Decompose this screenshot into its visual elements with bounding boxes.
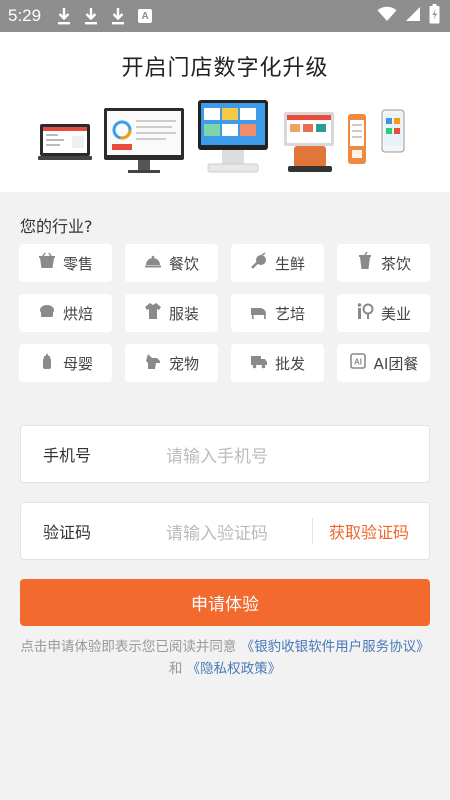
fresh-produce-icon xyxy=(250,252,268,274)
industry-option-arts[interactable]: 艺培 xyxy=(231,294,324,332)
piano-icon xyxy=(250,302,268,324)
cake-icon xyxy=(38,302,56,324)
ai-icon: AI xyxy=(349,352,367,374)
notification-app-icon: A xyxy=(138,9,153,23)
industry-option-label: 生鲜 xyxy=(274,254,305,273)
industry-option-label: 母婴 xyxy=(62,354,93,373)
industry-option-label: 零售 xyxy=(62,254,93,273)
industry-option-label: 艺培 xyxy=(274,304,305,323)
pos-devices-illustration xyxy=(38,100,405,173)
phone-field[interactable]: 手机号 请输入手机号 xyxy=(20,425,430,483)
basket-icon xyxy=(38,252,56,274)
service-agreement-link[interactable]: 《银豹收银软件用户服务协议》 xyxy=(241,639,430,655)
industry-option-fresh[interactable]: 生鲜 xyxy=(231,244,324,282)
industry-option-tea[interactable]: 茶饮 xyxy=(337,244,430,282)
baby-bottle-icon xyxy=(38,352,56,374)
industry-option-label: 餐饮 xyxy=(168,254,199,273)
industry-option-label: 美业 xyxy=(380,304,411,323)
pet-icon xyxy=(144,352,162,374)
page-title: 开启门店数字化升级 xyxy=(121,56,329,81)
industry-option-beauty[interactable]: 美业 xyxy=(337,294,430,332)
cup-icon xyxy=(356,251,374,274)
get-code-button[interactable]: 获取验证码 xyxy=(313,519,429,543)
phone-label: 手机号 xyxy=(43,446,92,465)
cloche-icon xyxy=(144,252,162,274)
agreement-text: 点击申请体验即表示您已阅读并同意 《银豹收银软件用户服务协议》 和 《隐私权政策… xyxy=(20,636,430,680)
industry-option-wholesale[interactable]: 批发 xyxy=(231,344,324,382)
industry-option-label: AI团餐 xyxy=(373,354,419,373)
download-icon xyxy=(55,6,73,26)
industry-option-maternal[interactable]: 母婴 xyxy=(19,344,112,382)
battery-icon xyxy=(429,4,440,28)
industry-option-apparel[interactable]: 服装 xyxy=(125,294,218,332)
phone-input[interactable]: 请输入手机号 xyxy=(166,442,429,467)
industry-option-retail[interactable]: 零售 xyxy=(19,244,112,282)
status-time: 5:29 xyxy=(8,6,42,25)
industry-option-ai-catering[interactable]: AI AI团餐 xyxy=(337,344,430,382)
download-icon xyxy=(109,6,127,26)
agreement-prefix: 点击申请体验即表示您已阅读并同意 xyxy=(20,639,237,655)
code-input[interactable]: 请输入验证码 xyxy=(166,519,312,544)
industry-option-label: 宠物 xyxy=(168,354,199,373)
apply-trial-button[interactable]: 申请体验 xyxy=(20,579,430,626)
industry-option-catering[interactable]: 餐饮 xyxy=(125,244,218,282)
shirt-icon xyxy=(144,302,162,324)
industry-option-label: 茶饮 xyxy=(380,254,411,273)
download-icon xyxy=(82,6,100,26)
verification-code-field[interactable]: 验证码 请输入验证码 获取验证码 xyxy=(20,502,430,560)
industry-option-bakery[interactable]: 烘焙 xyxy=(19,294,112,332)
truck-icon xyxy=(250,352,268,374)
wifi-icon xyxy=(377,6,397,26)
industry-grid: 零售 餐饮 生鲜 茶饮 烘焙 服装 艺培 美业 母婴 宠物 批发 AI AI团餐 xyxy=(19,244,431,382)
industry-option-label: 烘焙 xyxy=(62,304,93,323)
agreement-and: 和 xyxy=(168,661,183,677)
beauty-icon xyxy=(356,302,374,324)
industry-option-label: 服装 xyxy=(168,304,199,323)
industry-option-pet[interactable]: 宠物 xyxy=(125,344,218,382)
industry-option-label: 批发 xyxy=(274,354,305,373)
status-bar: 5:29 A xyxy=(0,0,450,32)
svg-text:AI: AI xyxy=(354,358,362,367)
signal-icon xyxy=(405,6,421,26)
code-label: 验证码 xyxy=(43,523,92,542)
hero-banner: 开启门店数字化升级 xyxy=(0,32,450,192)
industry-label: 您的行业? xyxy=(20,217,93,236)
privacy-policy-link[interactable]: 《隐私权政策》 xyxy=(187,661,282,677)
